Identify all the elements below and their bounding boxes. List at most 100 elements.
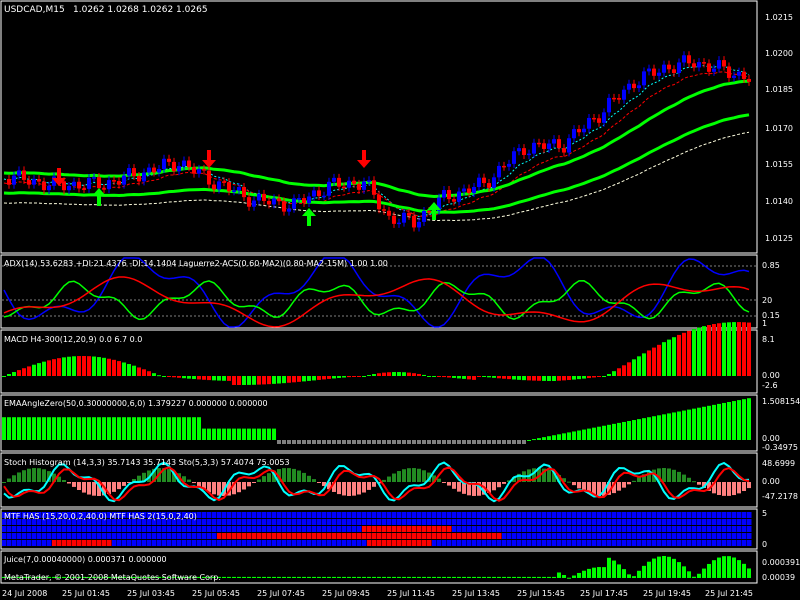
htf-block: [582, 540, 587, 546]
htf-block: [292, 526, 297, 532]
htf-block: [367, 519, 372, 525]
htf-block: [227, 512, 232, 518]
htf-block: [537, 533, 542, 539]
htf-block: [747, 533, 752, 539]
candle-body: [552, 139, 556, 144]
juice-bar: [537, 576, 541, 578]
htf-block: [702, 512, 707, 518]
macd-bar: [67, 356, 71, 376]
htf-block: [672, 540, 677, 546]
mt4-chart-window[interactable]: USDCAD,M15 1.0262 1.0268 1.0262 1.0265 A…: [0, 0, 800, 600]
htf-block: [622, 526, 627, 532]
stoch-histogram-bar: [292, 468, 296, 482]
macd-bar: [492, 376, 496, 378]
stoch-histogram-bar: [237, 482, 241, 493]
macd-bar: [327, 376, 331, 379]
juice-bar: [307, 576, 311, 578]
juice-bar: [357, 576, 361, 578]
htf-block: [172, 540, 177, 546]
htf-block: [287, 533, 292, 539]
htf-block: [317, 526, 322, 532]
ema-angle-bar: [632, 420, 636, 440]
stoch-histogram-bar: [732, 482, 736, 496]
price-label: 1.0215: [765, 13, 793, 22]
juice-bar: [242, 576, 246, 578]
htf-block: [407, 512, 412, 518]
candle-body: [622, 89, 626, 100]
htf-block: [32, 533, 37, 539]
htf-block: [312, 512, 317, 518]
htf-block: [592, 512, 597, 518]
htf-block: [507, 526, 512, 532]
htf-block: [412, 512, 417, 518]
candle-body: [327, 181, 331, 196]
juice-bar: [332, 576, 336, 578]
htf-block: [292, 533, 297, 539]
macd-bar: [87, 356, 91, 376]
htf-block: [492, 540, 497, 546]
ema-angle-bar: [452, 440, 456, 444]
main-price-panel[interactable]: [0, 0, 758, 254]
htf-block: [677, 519, 682, 525]
candle-body: [102, 188, 106, 190]
htf-block: [382, 526, 387, 532]
candle-body: [127, 168, 131, 176]
htf-block: [677, 540, 682, 546]
macd-bar: [432, 376, 436, 377]
juice-bar: [267, 576, 271, 578]
htf-block: [687, 519, 692, 525]
htf-block: [7, 540, 12, 546]
time-label: 25 Jul 21:45: [705, 589, 753, 598]
htf-block: [417, 533, 422, 539]
ema-angle-bar: [642, 418, 646, 440]
htf-block: [422, 540, 427, 546]
time-label: 25 Jul 17:45: [580, 589, 628, 598]
htf-block: [462, 526, 467, 532]
macd-bar: [142, 369, 146, 376]
ema-angle-bar: [652, 416, 656, 440]
macd-bar: [182, 376, 186, 379]
macd-bar: [687, 330, 691, 376]
price-axis: 1.0215 1.0200 1.0185 1.0170 1.0155 1.014…: [765, 13, 793, 243]
htf-block: [37, 540, 42, 546]
ema-angle-bar: [372, 440, 376, 444]
htf-block: [512, 526, 517, 532]
ema-angle-bar: [172, 417, 176, 440]
htf-block: [17, 540, 22, 546]
ema-angle-bar: [447, 440, 451, 444]
htf-block: [377, 519, 382, 525]
htf-block: [497, 533, 502, 539]
htf-block: [337, 540, 342, 546]
candle-body: [107, 180, 111, 190]
juice-bar: [362, 576, 366, 578]
htf-block: [257, 526, 262, 532]
htf-block: [107, 533, 112, 539]
htf-block: [232, 519, 237, 525]
htf-block: [697, 519, 702, 525]
juice-bar: [237, 576, 241, 578]
htf-block: [442, 519, 447, 525]
candle-body: [667, 64, 671, 70]
htf-block: [202, 512, 207, 518]
macd-bar: [447, 376, 451, 378]
htf-block: [332, 519, 337, 525]
candle-body: [37, 179, 41, 182]
htf-block: [317, 540, 322, 546]
htf-block: [217, 540, 222, 546]
htf-block: [237, 533, 242, 539]
ema-angle-bar: [572, 431, 576, 440]
htf-block: [327, 540, 332, 546]
htf-block: [602, 519, 607, 525]
htf-block: [282, 526, 287, 532]
ema-angle-bar: [367, 440, 371, 444]
htf-block: [117, 540, 122, 546]
macd-bar: [482, 376, 486, 377]
htf-block: [672, 526, 677, 532]
ema-angle-bar: [167, 417, 171, 440]
htf-block: [467, 533, 472, 539]
htf-block: [122, 526, 127, 532]
candle-body: [152, 167, 156, 173]
macd-bar: [362, 376, 366, 377]
htf-block: [122, 540, 127, 546]
htf-block: [477, 540, 482, 546]
